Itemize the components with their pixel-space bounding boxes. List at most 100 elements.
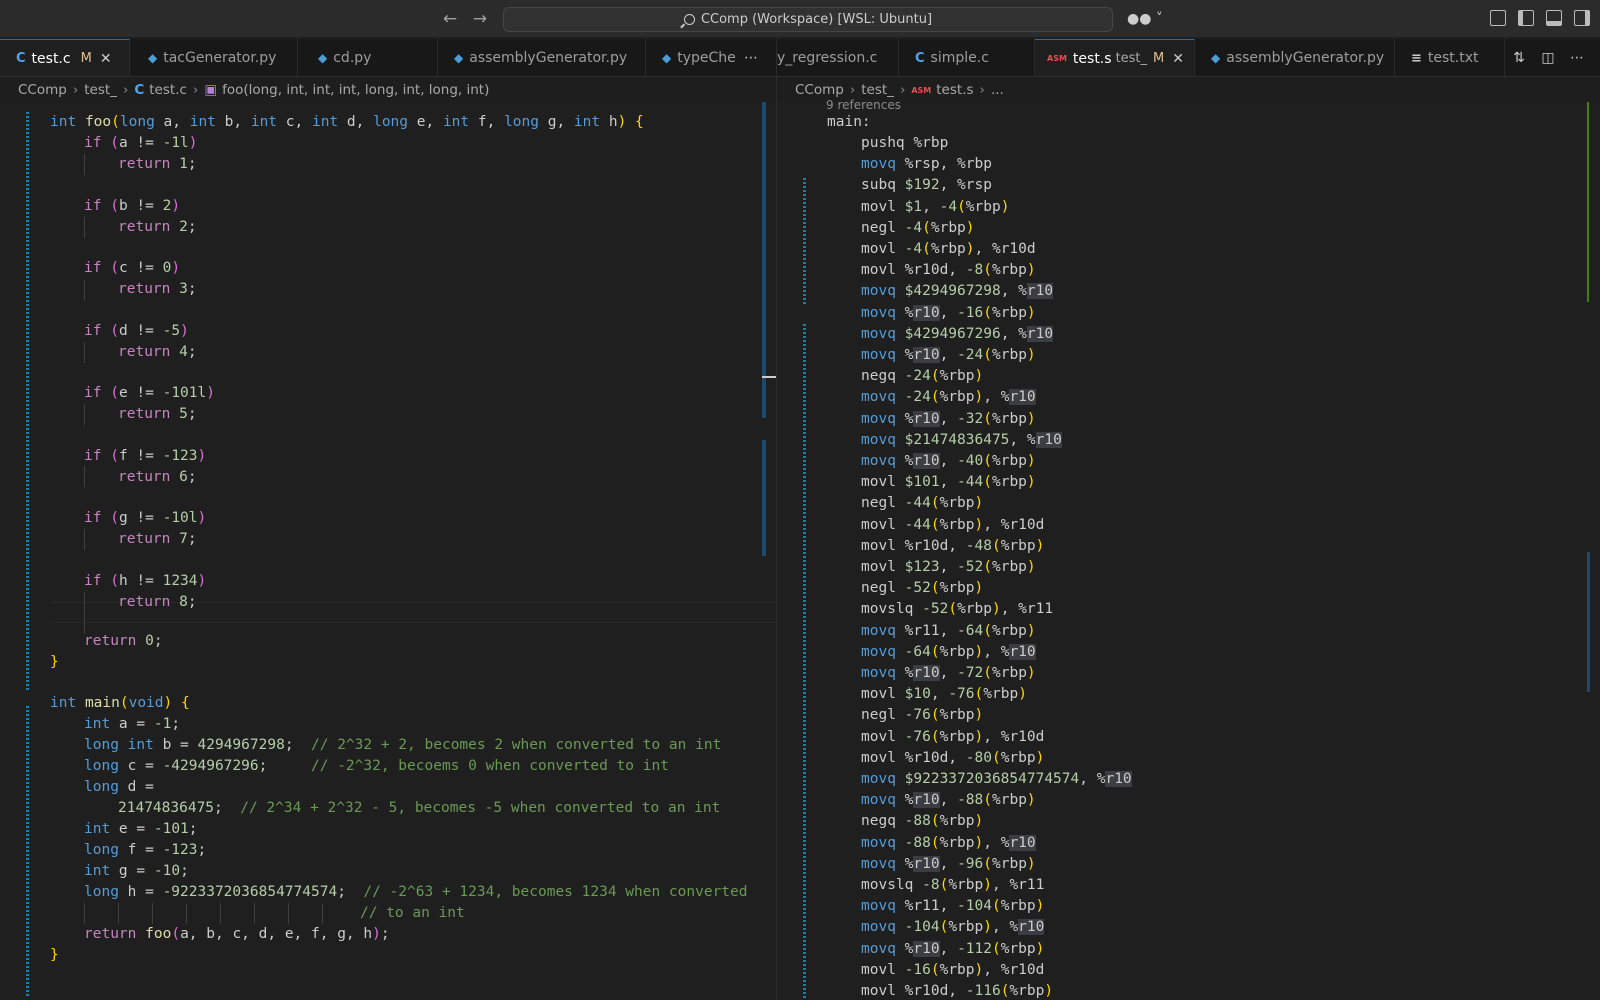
asm-line: movq %r11, -64(%rbp) (861, 622, 1036, 639)
tab-regression-c[interactable]: y_regression.c (777, 39, 899, 76)
code-line: if (e != -101l) (84, 385, 215, 401)
asm-line: movq -64(%rbp), %r10 (861, 643, 1036, 660)
tab-label: assemblyGenerator.py (1226, 50, 1385, 66)
breadcrumb-file[interactable]: test.c (149, 82, 187, 98)
left-editor[interactable]: int foo(long a, int b, int c, int d, lon… (0, 102, 776, 1000)
tab-label: tacGenerator.py (163, 50, 277, 66)
customize-layout-icon[interactable] (1490, 10, 1506, 26)
tab-typeche[interactable]: ◆ typeChe (646, 39, 736, 76)
asm-line: movq %r10, -88(%rbp) (861, 792, 1036, 809)
modified-indicator: M (1153, 51, 1165, 66)
more-actions-icon[interactable]: ⋯ (741, 48, 761, 68)
code-line: 21474836475; // 2^34 + 2^32 - 5, becomes… (118, 800, 721, 816)
asm-line: pushq %rbp (861, 135, 949, 151)
scrollbar-marker[interactable] (762, 440, 766, 556)
asm-line: negl -52(%rbp) (861, 580, 984, 597)
scrollbar-slider[interactable] (762, 376, 776, 378)
breadcrumb-root[interactable]: CComp (18, 82, 67, 98)
asm-line: movq %r10, -24(%rbp) (861, 347, 1036, 363)
toggle-secondary-sidebar-icon[interactable] (1574, 10, 1590, 26)
asm-line: negl -4(%rbp) (861, 219, 975, 236)
asm-line: movq %r10, -16(%rbp) (861, 304, 1036, 321)
tab-label: y_regression.c (777, 50, 878, 66)
asm-line: movq %r10, -72(%rbp) (861, 665, 1036, 681)
code-line: long d = (84, 779, 154, 795)
asm-line: negq -24(%rbp) (861, 368, 984, 385)
asm-line: movslq -8(%rbp), %r11 (861, 877, 1045, 893)
tab-test-c[interactable]: C test.c M ✕ (0, 39, 130, 76)
open-changes-icon[interactable]: ⇅ (1509, 48, 1529, 68)
asm-line: movl $1, -4(%rbp) (861, 198, 1010, 215)
tab-description: test_ (1115, 51, 1148, 66)
asm-line: movl -4(%rbp), %r10d (861, 241, 1036, 257)
asm-label: main: (827, 114, 871, 130)
tab-label: test.c (31, 50, 71, 67)
left-tab-bar: C test.c M ✕ ◆ tacGenerator.py ◆ cd.py ◆… (0, 39, 776, 77)
tab-test-txt[interactable]: ≡ test.txt (1395, 39, 1505, 76)
chevron-right-icon: › (849, 82, 856, 98)
tab-assemblygenerator-py[interactable]: ◆ assemblyGenerator.py (1195, 39, 1395, 76)
chevron-right-icon: › (192, 82, 199, 98)
scrollbar-marker[interactable] (762, 102, 766, 418)
tab-test-s[interactable]: ASM test.s test_ M ✕ (1035, 39, 1195, 76)
asm-line: movq %r10, -40(%rbp) (861, 453, 1036, 469)
code-line: int main(void) { (50, 695, 190, 711)
asm-line: movq %r11, -104(%rbp) (861, 898, 1045, 915)
copilot-icon[interactable]: ●● ˅ (1127, 8, 1163, 30)
more-actions-icon[interactable]: ⋯ (1567, 48, 1587, 68)
tab-label: simple.c (930, 50, 989, 66)
c-file-icon: C (134, 82, 145, 98)
tab-label: typeChe (677, 50, 736, 66)
right-tab-bar: y_regression.c C simple.c ASM test.s tes… (777, 39, 1600, 77)
git-modified-gutter (26, 706, 29, 998)
title-bar: ← → CComp (Workspace) [WSL: Ubuntu] ●● ˅ (0, 0, 1600, 38)
command-center-search[interactable]: CComp (Workspace) [WSL: Ubuntu] (503, 7, 1113, 32)
toggle-panel-icon[interactable] (1546, 10, 1562, 26)
code-line: if (b != 2) (84, 198, 181, 214)
code-line: return 8; (118, 594, 197, 610)
tab-tacgenerator-py[interactable]: ◆ tacGenerator.py (130, 39, 298, 76)
split-editor-icon[interactable]: ◫ (1538, 48, 1558, 68)
asm-line: movl %r10d, -116(%rbp) (861, 983, 1054, 999)
tab-cd-py[interactable]: ◆ cd.py (298, 39, 438, 76)
arrow-right-icon[interactable]: → (470, 9, 490, 29)
scrollbar-marker (1587, 552, 1590, 692)
text-file-icon: ≡ (1411, 50, 1422, 66)
tab-simple-c[interactable]: C simple.c (899, 39, 1035, 76)
chevron-right-icon: › (72, 82, 79, 98)
code-line: return 4; (118, 344, 197, 360)
tab-assemblygenerator-py[interactable]: ◆ assemblyGenerator.py (438, 39, 646, 76)
code-line: long int b = 4294967298; // 2^32 + 2, be… (84, 737, 722, 753)
breadcrumb-folder[interactable]: test_ (861, 82, 894, 98)
arrow-left-icon[interactable]: ← (440, 9, 460, 29)
method-icon: ▣ (204, 82, 218, 98)
asm-line: movl %r10d, -80(%rbp) (861, 749, 1045, 766)
asm-line: movq $4294967296, %r10 (861, 325, 1054, 342)
chevron-right-icon: › (122, 82, 129, 98)
asm-line: negq -88(%rbp) (861, 813, 984, 830)
code-lens-references[interactable]: 9 references (826, 98, 901, 115)
code-line: int e = -101; (84, 821, 198, 837)
code-line: return 6; (118, 469, 197, 485)
asm-line: movq %rsp, %rbp (861, 156, 992, 173)
close-icon[interactable]: ✕ (1172, 51, 1184, 67)
code-line: if (c != 0) (84, 260, 181, 276)
breadcrumb-file[interactable]: test.s (936, 82, 973, 98)
right-editor[interactable]: main: pushq %rbp movq %rsp, %rbp subq $192,… (777, 102, 1600, 1000)
breadcrumb-folder[interactable]: test_ (84, 82, 117, 98)
breadcrumb-symbol[interactable]: foo(long, int, int, int, long, int, long… (222, 82, 489, 98)
breadcrumb-root[interactable]: CComp (795, 82, 844, 98)
asm-line: movq %r10, -32(%rbp) (861, 410, 1036, 427)
code-line: if (h != 1234) (84, 573, 207, 589)
breadcrumb-more[interactable]: ... (991, 82, 1004, 98)
chevron-right-icon: › (899, 82, 906, 98)
code-line: if (f != -123) (84, 448, 207, 464)
python-file-icon: ◆ (454, 51, 464, 65)
git-modified-gutter (803, 324, 806, 1000)
toggle-primary-sidebar-icon[interactable] (1518, 10, 1534, 26)
asm-line: movq $21474836475, %r10 (861, 431, 1062, 448)
tab-label: test.s (1072, 50, 1112, 67)
code-line: return 5; (118, 406, 197, 422)
close-icon[interactable]: ✕ (100, 51, 112, 67)
asm-line: negl -76(%rbp) (861, 707, 984, 724)
